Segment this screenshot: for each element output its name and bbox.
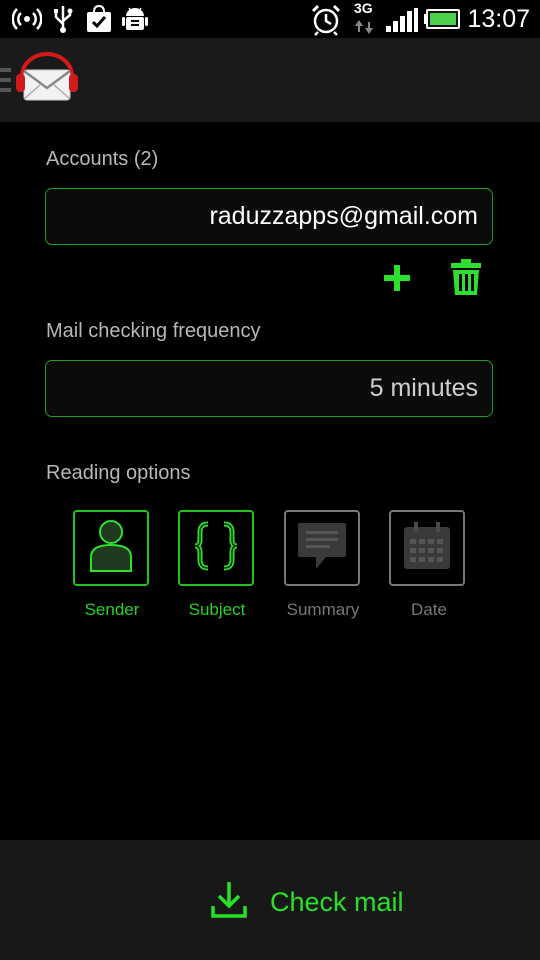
- accounts-label: Accounts (2): [46, 148, 159, 170]
- reading-options-label: Reading options: [46, 462, 191, 484]
- account-email: raduzzapps@gmail.com: [209, 202, 478, 230]
- person-icon: [88, 519, 134, 578]
- braces-icon: [192, 521, 240, 576]
- action-bar: [0, 38, 540, 122]
- bottom-bar: Check mail: [0, 840, 540, 960]
- clock: 13:07: [467, 5, 530, 33]
- reading-option-subject[interactable]: [178, 510, 254, 586]
- account-selector[interactable]: raduzzapps@gmail.com: [45, 188, 493, 245]
- android-debug-icon: [122, 4, 148, 39]
- signal-icon: [386, 8, 418, 37]
- speech-bubble-icon: [296, 521, 348, 576]
- download-icon: [210, 880, 248, 925]
- shopping-bag-icon: [86, 4, 112, 39]
- reading-option-date-label: Date: [411, 600, 447, 619]
- check-mail-button[interactable]: Check mail: [210, 880, 404, 924]
- plus-icon[interactable]: [382, 263, 412, 298]
- reading-option-summary[interactable]: [284, 510, 360, 586]
- hotspot-icon: [11, 4, 43, 39]
- drawer-icon[interactable]: [0, 68, 12, 101]
- frequency-selector[interactable]: 5 minutes: [45, 360, 493, 417]
- frequency-value: 5 minutes: [369, 374, 478, 402]
- reading-option-date[interactable]: [389, 510, 465, 586]
- calendar-icon: [402, 521, 452, 576]
- network-type: 3G: [354, 0, 373, 16]
- trash-icon[interactable]: [450, 258, 482, 301]
- check-mail-label: Check mail: [270, 886, 404, 917]
- reading-option-summary-label: Summary: [286, 600, 360, 619]
- reading-option-sender[interactable]: [73, 510, 149, 586]
- frequency-label: Mail checking frequency: [46, 320, 261, 342]
- app-screen: 3G 13:07 Accounts (2) raduzzapps@gmail.c…: [0, 0, 540, 960]
- status-bar: 3G 13:07: [0, 0, 540, 38]
- mail-headphones-logo[interactable]: [14, 52, 80, 109]
- battery-icon: [424, 9, 460, 34]
- reading-option-subject-label: Subject: [188, 600, 246, 619]
- usb-icon: [52, 4, 74, 39]
- reading-option-sender-label: Sender: [84, 600, 140, 619]
- alarm-icon: [310, 4, 342, 41]
